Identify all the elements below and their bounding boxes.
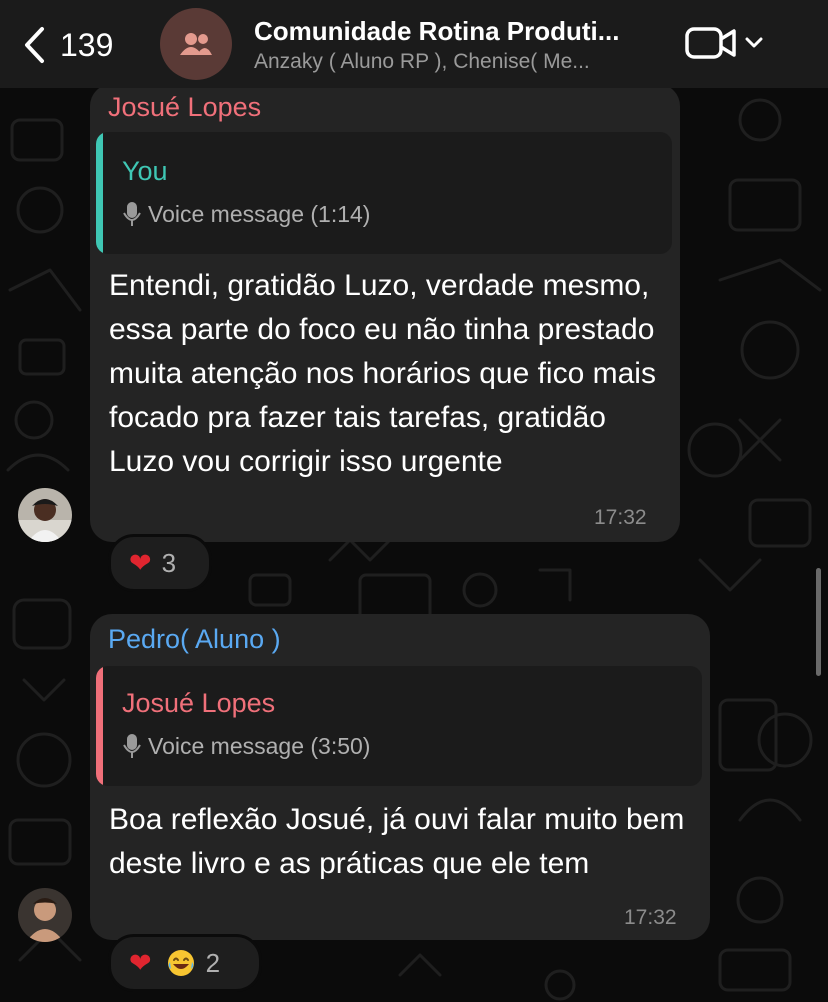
chat-subtitle[interactable]: Anzaky ( Aluno RP ), Chenise( Me... [254,50,674,74]
video-call-button[interactable] [684,22,766,64]
mic-icon [123,734,141,758]
back-button[interactable]: 139 [22,20,113,70]
laughing-emoji-icon [167,950,194,976]
quoted-message[interactable]: Josué Lopes Voice message (3:50) [96,666,702,786]
chevron-down-icon [745,37,763,48]
group-avatar[interactable] [160,8,232,80]
video-camera-icon [685,27,736,59]
voice-label: Voice message (1:14) [148,200,371,227]
message-time: 17:32 [594,506,647,529]
sender-name: Josué Lopes [108,92,262,122]
message-bubble[interactable]: Josué Lopes You Voice message (1:14) Ent… [90,84,680,542]
quote-accent-bar [96,666,103,786]
reaction-count: 2 [205,947,221,978]
chat-header: 139 Comunidade Rotina Produti... Anzaky … [0,0,828,88]
voice-label: Voice message (3:50) [148,732,371,759]
reactions-pill[interactable]: ❤ 2 [108,934,262,992]
avatar[interactable] [18,888,72,942]
quote-voice-message: Voice message (3:50) [122,732,370,760]
user-photo [18,488,72,542]
message-time: 17:32 [624,906,677,929]
quote-author: You [122,156,168,186]
message-text: Boa reflexão Josué, já ouvi falar muito … [109,803,685,880]
group-icon [180,33,212,55]
message-text: Entendi, gratidão Luzo, verdade mesmo, e… [109,269,656,478]
reaction-count: 3 [161,547,177,578]
heart-icon: ❤ [129,947,152,978]
sender-name: Pedro( Aluno ) [108,624,281,654]
quote-accent-bar [96,132,103,254]
quoted-message[interactable]: You Voice message (1:14) [96,132,672,254]
scrollbar[interactable] [816,568,821,676]
heart-icon: ❤ [129,547,152,578]
chevron-left-icon [25,27,44,63]
quote-voice-message: Voice message (1:14) [122,200,370,228]
quote-author: Josué Lopes [122,688,276,718]
mic-icon [123,202,141,226]
chat-title[interactable]: Comunidade Rotina Produti... [254,16,674,47]
message-bubble[interactable]: Pedro( Aluno ) Josué Lopes Voice message… [90,614,710,940]
reactions-pill[interactable]: ❤ 3 [108,534,212,592]
user-photo [18,888,72,942]
unread-count: 139 [60,26,114,63]
avatar[interactable] [18,488,72,542]
